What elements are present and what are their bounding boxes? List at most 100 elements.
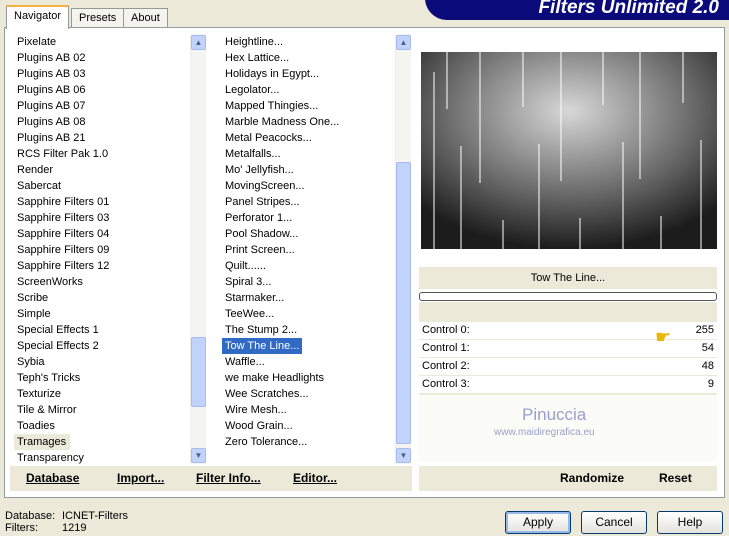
scroll-up-icon[interactable]: ▲ — [191, 35, 206, 50]
apply-button[interactable]: Apply — [505, 511, 571, 534]
scroll-down-icon[interactable]: ▼ — [191, 448, 206, 463]
right-toolbar: Randomize Reset — [419, 466, 717, 491]
control-slider-1[interactable]: Control 1: 54 — [419, 340, 717, 357]
progress-bar — [419, 292, 717, 301]
list-item[interactable]: Zero Tolerance... — [222, 434, 394, 450]
list-item[interactable]: Simple — [14, 306, 190, 322]
list-item[interactable]: Metal Peacocks... — [222, 130, 394, 146]
status-database-value: ICNET-Filters — [62, 510, 128, 522]
list-item[interactable]: Panel Stripes... — [222, 194, 394, 210]
control-slider-3[interactable]: Control 3: 9 — [419, 376, 717, 393]
list-item[interactable]: ScreenWorks — [14, 274, 190, 290]
filter-name-label: Tow The Line... — [419, 267, 717, 289]
control-label: Control 3: — [422, 378, 470, 390]
list-item[interactable]: Sapphire Filters 03 — [14, 210, 190, 226]
list-item[interactable]: Toadies — [14, 418, 190, 434]
category-list[interactable]: Pixelate Plugins AB 02 Plugins AB 03 Plugin… — [14, 34, 190, 464]
list-item[interactable]: MovingScreen... — [222, 178, 394, 194]
list-item[interactable]: Transparency — [14, 450, 190, 464]
left-toolbar: Database Import... Filter Info... Editor… — [10, 466, 412, 491]
app-title-banner: Filters Unlimited 2.0 — [425, 0, 729, 20]
list-item[interactable]: Tile & Mirror — [14, 402, 190, 418]
list-item[interactable]: we make Headlights — [222, 370, 394, 386]
scroll-up-icon[interactable]: ▲ — [396, 35, 411, 50]
control-value: 9 — [707, 378, 714, 390]
list-item[interactable]: Perforator 1... — [222, 210, 394, 226]
list-item[interactable]: Plugins AB 02 — [14, 50, 190, 66]
list-item[interactable]: Metalfalls... — [222, 146, 394, 162]
randomize-button[interactable]: Randomize — [560, 471, 624, 485]
tab-presets[interactable]: Presets — [71, 8, 125, 28]
list-item[interactable]: Waffle... — [222, 354, 394, 370]
list-item[interactable]: Spiral 3... — [222, 274, 394, 290]
list-item[interactable]: Holidays in Egypt... — [222, 66, 394, 82]
control-label: Control 2: — [422, 360, 470, 372]
list-item[interactable]: Tow The Line... — [222, 338, 303, 354]
list-item[interactable]: Wee Scratches... — [222, 386, 394, 402]
list-item[interactable]: Sapphire Filters 09 — [14, 242, 190, 258]
status-database-label: Database: — [5, 510, 56, 522]
list-item[interactable]: TeeWee... — [222, 306, 394, 322]
list-item[interactable]: Sabercat — [14, 178, 190, 194]
status-filters-value: 1219 — [62, 522, 87, 534]
filter-list[interactable]: Heightline... Hex Lattice... Holidays in E… — [222, 34, 394, 464]
control-value: 255 — [695, 324, 714, 336]
list-item[interactable]: Mo' Jellyfish... — [222, 162, 394, 178]
list-item[interactable]: Render — [14, 162, 190, 178]
status-filters-label: Filters: — [5, 522, 38, 534]
list-item[interactable]: Mapped Thingies... — [222, 98, 394, 114]
database-button[interactable]: Database — [26, 471, 79, 485]
control-slider-0[interactable]: Control 0: 255 — [419, 322, 717, 339]
list-item[interactable]: Starmaker... — [222, 290, 394, 306]
list-item[interactable]: Pixelate — [14, 34, 190, 50]
cancel-button[interactable]: Cancel — [581, 511, 647, 534]
list-item[interactable]: Quilt...... — [222, 258, 394, 274]
list-item[interactable]: Sapphire Filters 01 — [14, 194, 190, 210]
list-item[interactable]: Sapphire Filters 04 — [14, 226, 190, 242]
list-item[interactable]: Marble Madness One... — [222, 114, 394, 130]
list-item[interactable]: Special Effects 2 — [14, 338, 190, 354]
reset-button[interactable]: Reset — [659, 471, 692, 485]
filter-info-button[interactable]: Filter Info... — [196, 471, 261, 485]
control-label: Control 0: — [422, 324, 470, 336]
control-value: 48 — [701, 360, 714, 372]
list-item[interactable]: Wood Grain... — [222, 418, 394, 434]
list-item[interactable]: The Stump 2... — [222, 322, 394, 338]
list-item[interactable]: Pool Shadow... — [222, 226, 394, 242]
tab-about[interactable]: About — [123, 8, 168, 28]
list-item[interactable]: Legolator... — [222, 82, 394, 98]
scroll-down-icon[interactable]: ▼ — [396, 448, 411, 463]
list-item[interactable]: RCS Filter Pak 1.0 — [14, 146, 190, 162]
control-slider-2[interactable]: Control 2: 48 — [419, 358, 717, 375]
list-item[interactable]: Teph's Tricks — [14, 370, 190, 386]
list-item[interactable]: Plugins AB 03 — [14, 66, 190, 82]
watermark-url: www.maidiregrafica.eu — [494, 427, 595, 438]
list-item[interactable]: Scribe — [14, 290, 190, 306]
control-label: Control 1: — [422, 342, 470, 354]
control-value: 54 — [701, 342, 714, 354]
tab-navigator[interactable]: Navigator — [6, 5, 70, 29]
list-item[interactable]: Sapphire Filters 12 — [14, 258, 190, 274]
list-item[interactable]: Heightline... — [222, 34, 394, 50]
list-item[interactable]: Wire Mesh... — [222, 402, 394, 418]
list-item[interactable]: Plugins AB 07 — [14, 98, 190, 114]
editor-button[interactable]: Editor... — [293, 471, 337, 485]
list-item[interactable]: Print Screen... — [222, 242, 394, 258]
list-item[interactable]: Sybia — [14, 354, 190, 370]
list-item[interactable]: Special Effects 1 — [14, 322, 190, 338]
scroll-thumb[interactable] — [396, 162, 411, 444]
preview-image — [421, 52, 717, 249]
list-item[interactable]: Plugins AB 08 — [14, 114, 190, 130]
pointing-hand-icon: ☛ — [655, 327, 672, 347]
import-button[interactable]: Import... — [117, 471, 164, 485]
list-item[interactable]: Plugins AB 06 — [14, 82, 190, 98]
list-item[interactable]: Texturize — [14, 386, 190, 402]
list-item[interactable]: Tramages — [14, 434, 71, 450]
category-scrollbar[interactable]: ▲ ▼ — [190, 34, 206, 464]
scroll-thumb[interactable] — [191, 337, 206, 407]
list-item[interactable]: Plugins AB 21 — [14, 130, 190, 146]
watermark-name: Pinuccia — [522, 405, 587, 424]
help-button[interactable]: Help — [657, 511, 723, 534]
filter-scrollbar[interactable]: ▲ ▼ — [395, 34, 411, 464]
list-item[interactable]: Hex Lattice... — [222, 50, 394, 66]
